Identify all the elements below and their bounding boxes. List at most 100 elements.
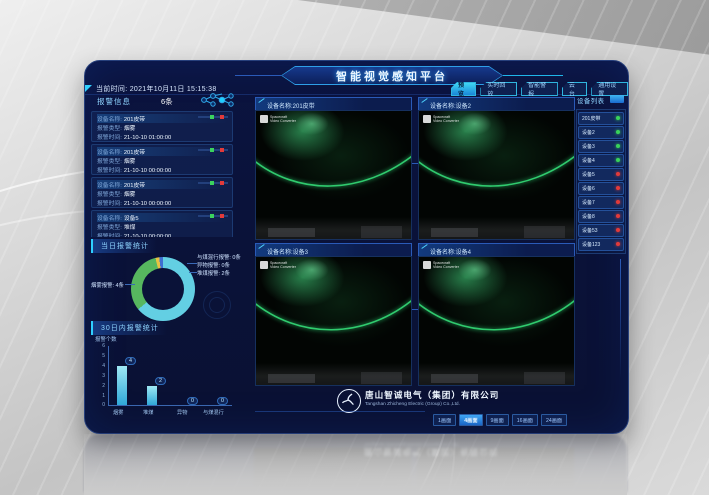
deco-line — [255, 411, 425, 412]
status-dot — [616, 214, 620, 218]
time-value: 21-10-10 00:00:00 — [124, 234, 171, 237]
donut-label-coalpile: 堆煤报警: 2条 — [197, 269, 230, 277]
alarm-panel: 报警信息 6条 设备名称:201皮带 报警类型:烟雾 — [91, 95, 241, 429]
y-tick: 4 — [95, 363, 105, 369]
video-title: 设备名称:设备3 — [267, 247, 308, 256]
device-item[interactable]: 设备8 — [578, 210, 624, 223]
device-name: 201皮带 — [582, 115, 600, 122]
device-item[interactable]: 201皮带 — [578, 112, 624, 125]
device-list: 201皮带 设备2 设备3 设备4 设备5 设备6 设备7 设备8 设备53 设… — [576, 109, 626, 254]
alarm-panel-header: 报警信息 6条 — [91, 95, 241, 109]
status-dot — [616, 242, 620, 246]
deco-line — [503, 75, 563, 76]
screen-layout-buttons: 1画面 4画面 9画面 16画面 24画面 — [433, 414, 567, 426]
alarm-indicator — [198, 182, 228, 184]
monthly-bar-chart: 报警个数 6 5 4 3 2 1 0 4 2 0 0 烟雾 堆煤 异 — [91, 335, 237, 427]
video-watermark: SpacecraftVideo Converter — [260, 115, 296, 123]
bar-value: 2 — [155, 377, 166, 385]
alarm-indicator — [198, 116, 228, 118]
tab-label: 预览 — [458, 80, 469, 98]
video-stream[interactable]: SpacecraftVideo Converter — [255, 110, 412, 240]
tab-playback[interactable]: 实时回放 — [480, 82, 517, 96]
video-panel-2[interactable]: 设备名称:设备2 SpacecraftVideo Converter — [418, 97, 575, 240]
alarm-list: 设备名称:201皮带 报警类型:烟雾 报警时间:21-10-10 01:00:0… — [91, 111, 233, 237]
monthly-stats-title: 30日内报警统计 — [91, 321, 167, 335]
tab-preview[interactable]: 预览 — [451, 82, 476, 96]
reflection-company-en: Tangshan Zhicheng Electric (Group) Co.,L… — [364, 441, 459, 446]
watermark-line2: Video Converter — [433, 119, 459, 123]
y-tick: 2 — [95, 383, 105, 389]
bar-category: 烟雾 — [113, 409, 123, 416]
video-watermark: SpacecraftVideo Converter — [423, 115, 459, 123]
bar-value: 0 — [187, 397, 198, 405]
dashboard-window: 当前时间: 2021年10月11日 15:15:38 智能视觉感知平台 预览 实… — [84, 60, 629, 434]
device-item[interactable]: 设备4 — [578, 154, 624, 167]
video-stream[interactable]: SpacecraftVideo Converter — [255, 256, 412, 386]
status-dot — [616, 116, 620, 120]
device-item[interactable]: 设备5 — [578, 168, 624, 181]
device-item[interactable]: 设备2 — [578, 126, 624, 139]
status-dot — [616, 200, 620, 204]
tab-smart-alarm[interactable]: 智能警报 — [521, 82, 558, 96]
watermark-line2: Video Converter — [270, 119, 296, 123]
device-item[interactable]: 设备123 — [578, 238, 624, 251]
device-list-header-accent[interactable] — [610, 95, 624, 103]
corner-accent — [85, 85, 92, 92]
x-axis — [108, 405, 232, 406]
reflection-video — [254, 448, 411, 488]
video-panel-1[interactable]: 设备名称:201皮带 SpacecraftVideo Converter — [255, 97, 412, 240]
dashboard-reflection: 唐山智诚电气（集团）有限公司 Tangshan Zhicheng Electri… — [84, 434, 627, 492]
time-value: 21-10-10 00:00:00 — [124, 168, 171, 174]
watermark-logo-icon — [423, 115, 431, 123]
watermark-line2: Video Converter — [270, 265, 296, 269]
device-item[interactable]: 设备53 — [578, 224, 624, 237]
alarm-card[interactable]: 设备名称:201皮带 报警类型:烟雾 报警时间:21-10-10 00:00:0… — [91, 144, 233, 175]
device-item[interactable]: 设备7 — [578, 196, 624, 209]
alarm-card[interactable]: 设备名称:201皮带 报警类型:烟雾 报警时间:21-10-10 00:00:0… — [91, 177, 233, 208]
layout-1-button[interactable]: 1画面 — [433, 414, 456, 426]
video-panel-4[interactable]: 设备名称:设备4 SpacecraftVideo Converter — [418, 243, 575, 386]
video-stream[interactable]: SpacecraftVideo Converter — [418, 256, 575, 386]
video-title: 设备名称:设备2 — [430, 101, 471, 110]
tab-ptz[interactable]: 云台 — [562, 82, 587, 96]
reflection-video — [417, 448, 574, 488]
button-label: 9画面 — [491, 417, 504, 424]
alarm-card[interactable]: 设备名称:设备5 报警类型:堆煤 报警时间:21-10-10 00:00:00 — [91, 210, 233, 237]
donut-hole — [142, 268, 184, 310]
alarm-card[interactable]: 设备名称:201皮带 报警类型:烟雾 报警时间:21-10-10 01:00:0… — [91, 111, 233, 142]
y-tick: 6 — [95, 343, 105, 349]
status-dot — [616, 130, 620, 134]
video-title: 设备名称:201皮带 — [267, 101, 315, 110]
bar-category: 与煤混行 — [203, 409, 224, 416]
tab-settings[interactable]: 通用设置 — [591, 82, 628, 96]
button-label: 16画面 — [517, 417, 533, 424]
y-tick: 5 — [95, 353, 105, 359]
layout-24-button[interactable]: 24画面 — [541, 414, 567, 426]
video-stream[interactable]: SpacecraftVideo Converter — [418, 110, 575, 240]
device-list-title: 设备列表 — [577, 96, 605, 105]
layout-16-button[interactable]: 16画面 — [512, 414, 538, 426]
company-name-cn: 唐山智诚电气（集团）有限公司 — [365, 389, 499, 401]
bar-value: 4 — [125, 357, 136, 365]
deco-line — [235, 75, 281, 76]
company-name-en: Tangshan Zhicheng Electric (Group) Co.,L… — [365, 402, 460, 407]
emblem-decoration — [203, 291, 231, 319]
video-machinery — [419, 363, 574, 385]
reflection-fade — [84, 434, 627, 495]
device-item[interactable]: 设备3 — [578, 140, 624, 153]
layout-4-button[interactable]: 4画面 — [459, 414, 482, 426]
today-donut-chart — [131, 257, 195, 321]
layout-9-button[interactable]: 9画面 — [486, 414, 509, 426]
y-axis-label: 报警个数 — [95, 335, 117, 343]
tab-label: 智能警报 — [528, 80, 551, 98]
time-label: 报警时间: — [97, 168, 122, 174]
video-panel-3[interactable]: 设备名称:设备3 SpacecraftVideo Converter — [255, 243, 412, 386]
status-dot — [616, 158, 620, 162]
bar-smoke — [117, 366, 127, 405]
video-machinery — [256, 363, 411, 385]
device-item[interactable]: 设备6 — [578, 182, 624, 195]
donut-label-mixed: 与煤混行报警: 0条 — [197, 253, 241, 261]
today-stats-title: 当日报警统计 — [91, 239, 157, 253]
molecule-icon — [199, 91, 239, 109]
watermark-logo-icon — [260, 115, 268, 123]
